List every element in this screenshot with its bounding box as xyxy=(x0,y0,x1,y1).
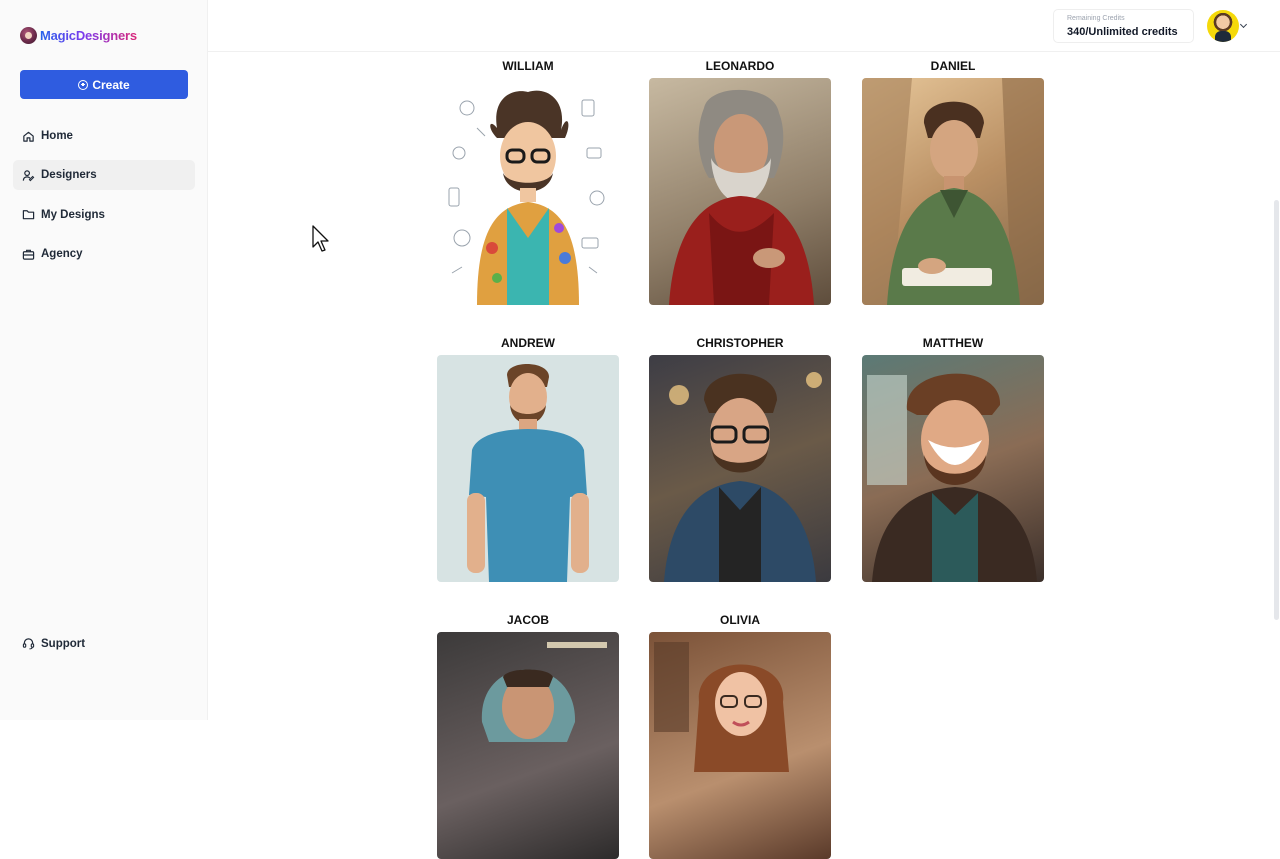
mouse-cursor-icon xyxy=(312,225,329,252)
sidebar-item-label: Designers xyxy=(41,169,97,182)
designer-portrait xyxy=(437,355,619,582)
home-icon xyxy=(23,131,34,142)
designer-card-matthew[interactable]: MATTHEW xyxy=(862,336,1044,582)
sidebar-item-label: My Designs xyxy=(41,208,105,221)
plus-circle-icon xyxy=(78,79,89,90)
designer-card-olivia[interactable]: OLIVIA xyxy=(649,613,831,859)
designer-card-daniel[interactable]: DANIEL xyxy=(862,59,1044,305)
man-glasses-denim-portrait-image xyxy=(664,372,822,582)
designer-name: JACOB xyxy=(506,613,549,627)
designer-portrait xyxy=(862,355,1044,582)
designers-icon xyxy=(22,170,35,182)
user-avatar[interactable] xyxy=(1207,10,1239,42)
old-man-portrait-image xyxy=(669,89,814,305)
designer-card-andrew[interactable]: ANDREW xyxy=(437,336,619,582)
logo-text: MagicDesigners xyxy=(40,27,137,43)
man-hoodie-portrait-image xyxy=(481,642,607,742)
credits-label: Remaining Credits xyxy=(1067,15,1125,22)
briefcase-icon xyxy=(22,249,35,260)
man-green-sweater-portrait-image xyxy=(862,78,1044,305)
designer-name: WILLIAM xyxy=(502,59,554,73)
support-link[interactable]: Support xyxy=(22,637,85,650)
designer-card-jacob[interactable]: JACOB xyxy=(437,613,619,859)
create-button[interactable]: Create xyxy=(20,70,188,99)
designer-card-leonardo[interactable]: LEONARDO xyxy=(649,59,831,305)
designer-name: DANIEL xyxy=(930,59,976,73)
chevron-down-icon[interactable] xyxy=(1239,20,1248,29)
top-header: Remaining Credits 340/Unlimited credits xyxy=(208,0,1280,52)
laughing-man-portrait-image xyxy=(867,373,1037,582)
sidebar-item-home[interactable]: Home xyxy=(13,121,195,151)
credits-value: 340/Unlimited credits xyxy=(1067,26,1178,38)
sidebar-item-label: Agency xyxy=(41,248,83,261)
folder-icon xyxy=(22,210,35,220)
designer-card-christopher[interactable]: CHRISTOPHER xyxy=(649,336,831,582)
designer-portrait xyxy=(437,632,619,859)
designer-portrait xyxy=(862,78,1044,305)
support-label: Support xyxy=(41,637,86,650)
designer-name: LEONARDO xyxy=(705,59,775,73)
sidebar-item-designers[interactable]: Designers xyxy=(13,160,195,191)
logo-mark-icon xyxy=(20,26,37,44)
sidebar-item-agency[interactable]: Agency xyxy=(13,239,195,269)
sidebar-nav: Home Designers My Designs Agency xyxy=(13,121,195,279)
designer-name: CHRISTOPHER xyxy=(696,336,784,350)
designer-portrait xyxy=(649,78,831,305)
scrollbar-thumb[interactable] xyxy=(1274,200,1279,620)
designer-portrait xyxy=(649,632,831,859)
headset-icon xyxy=(22,638,35,650)
man-blue-tshirt-portrait-image xyxy=(467,363,589,582)
app-logo[interactable]: MagicDesigners xyxy=(20,25,137,45)
designer-name: OLIVIA xyxy=(719,613,760,627)
designer-name: MATTHEW xyxy=(922,336,984,350)
designer-portrait xyxy=(649,355,831,582)
designer-name: ANDREW xyxy=(501,336,555,350)
create-button-label: Create xyxy=(92,77,130,92)
woman-glasses-portrait-image xyxy=(654,642,789,772)
designer-card-william[interactable]: WILLIAM xyxy=(437,59,619,305)
page-scrollbar[interactable] xyxy=(1272,52,1280,720)
sidebar: MagicDesigners Create Home Designers My … xyxy=(0,0,208,720)
sidebar-item-my-designs[interactable]: My Designs xyxy=(13,200,195,230)
cartoon-portrait-image xyxy=(448,90,605,305)
designer-portrait xyxy=(437,78,619,305)
sidebar-item-label: Home xyxy=(41,130,73,142)
credits-box: Remaining Credits 340/Unlimited credits xyxy=(1053,9,1194,43)
